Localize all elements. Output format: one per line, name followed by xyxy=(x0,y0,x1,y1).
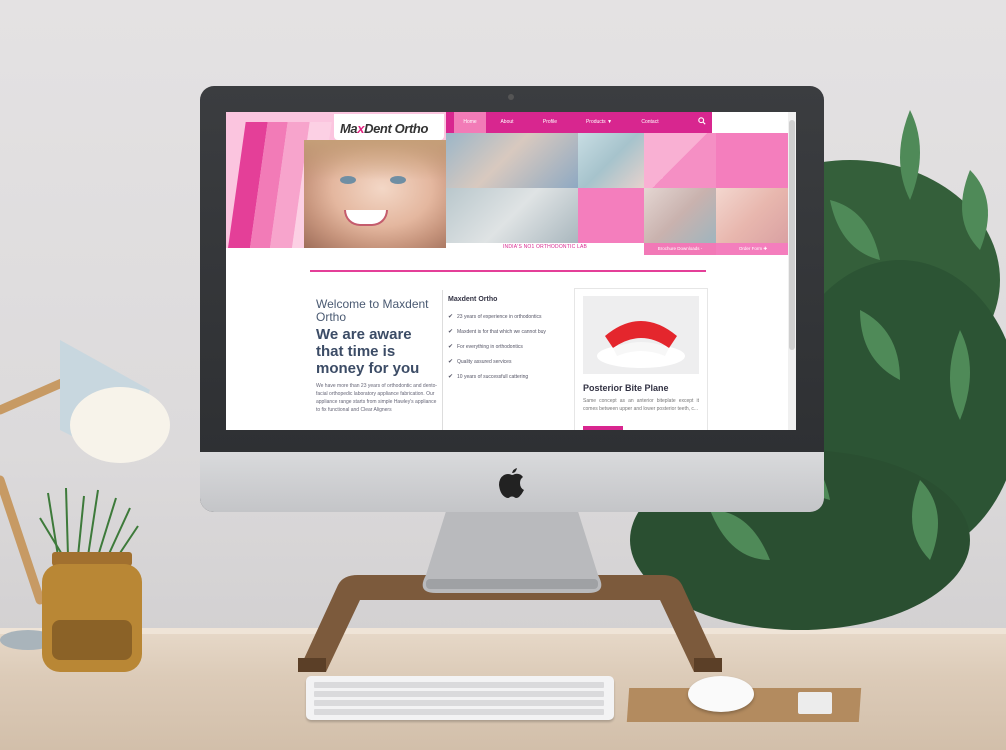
patient-photo xyxy=(716,188,790,243)
trackpad xyxy=(798,692,832,714)
dental-procedure-photo xyxy=(446,133,578,188)
nav-products[interactable]: Products ▼ xyxy=(576,112,622,133)
keyboard xyxy=(306,676,614,720)
photo-eye xyxy=(340,176,356,184)
list-item: ✔ Quality assured services xyxy=(448,355,572,370)
bite-plane-image xyxy=(597,321,685,368)
site-logo[interactable]: MaxDent Ortho xyxy=(334,114,444,140)
list-item: ✔ Maxdent is for that which we cannot buy xyxy=(448,325,572,340)
logo-text: MaxDent Ortho xyxy=(340,121,428,136)
section-divider xyxy=(310,270,706,272)
order-form-button[interactable]: Order Form ✚ xyxy=(716,243,790,255)
main-nav: Home About Profile Products ▼ Contact xyxy=(446,112,712,133)
nav-home[interactable]: Home xyxy=(454,112,486,133)
list-item: ✔ 10 years of successfull cattering xyxy=(448,370,572,385)
list-item: ✔ For everything in orthodontics xyxy=(448,340,572,355)
features-title: Maxdent Ortho xyxy=(448,296,498,303)
apple-logo-icon xyxy=(499,468,524,498)
product-image xyxy=(583,296,699,374)
product-description: Same concept as an anterior biteplate ex… xyxy=(583,398,699,412)
photo-hair xyxy=(304,140,446,180)
tagline: INDIA'S NO1 ORTHODONTIC LAB xyxy=(502,244,588,250)
lab-equipment-photo xyxy=(446,188,578,243)
pink-tile xyxy=(716,133,790,188)
headline: We are aware that time is money for you xyxy=(316,326,420,377)
column-divider xyxy=(442,290,443,430)
glass-jar-plant xyxy=(39,488,142,672)
scrollbar-thumb[interactable] xyxy=(789,120,795,350)
monitor-stand xyxy=(422,505,602,593)
check-icon: ✔ xyxy=(448,344,454,350)
dental-model-photo xyxy=(644,188,716,243)
scrollbar[interactable] xyxy=(788,112,796,430)
read-more-button[interactable] xyxy=(583,426,623,430)
pink-tile xyxy=(644,133,716,188)
intro-paragraph: We have more than 23 years of orthodonti… xyxy=(316,383,438,413)
dental-treatment-photo xyxy=(578,133,644,188)
webcam xyxy=(508,94,514,100)
check-icon: ✔ xyxy=(448,359,454,365)
check-icon: ✔ xyxy=(448,374,454,380)
list-item: ✔ 23 years of experience in orthodontics xyxy=(448,310,572,325)
photo-smile xyxy=(344,210,388,226)
nav-about[interactable]: About xyxy=(490,112,524,133)
product-card[interactable]: Posterior Bite Plane Same concept as an … xyxy=(574,288,708,430)
photo-eye xyxy=(390,176,406,184)
product-title: Posterior Bite Plane xyxy=(583,383,669,393)
pink-tile xyxy=(578,188,644,243)
welcome-heading: Welcome to Maxdent Ortho xyxy=(316,297,429,324)
brochure-downloads-button[interactable]: Brochure Downloads - xyxy=(644,243,716,255)
features-list: ✔ 23 years of experience in orthodontics … xyxy=(448,310,572,385)
check-icon: ✔ xyxy=(448,329,454,335)
nav-profile[interactable]: Profile xyxy=(530,112,570,133)
keyboard-keys xyxy=(314,682,604,715)
website-screen: MaxDent Ortho Home About Profile Product… xyxy=(226,112,796,430)
nav-contact[interactable]: Contact xyxy=(630,112,670,133)
smiling-woman-photo xyxy=(304,140,446,248)
check-icon: ✔ xyxy=(448,314,454,320)
search-icon[interactable] xyxy=(698,117,706,125)
mouse xyxy=(688,676,754,712)
